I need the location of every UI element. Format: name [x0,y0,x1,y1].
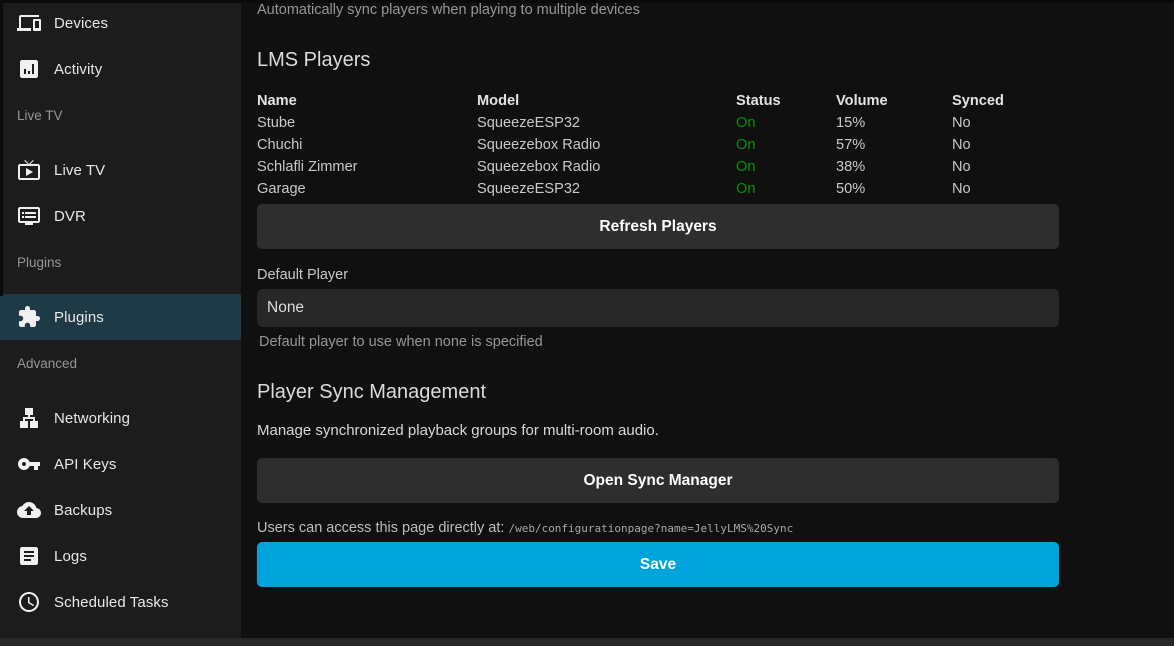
column-header-name: Name [257,90,477,112]
sidebar-item-plugins[interactable]: Plugins [0,294,241,340]
table-header-row: Name Model Status Volume Synced [257,90,1059,112]
sidebar-item-activity[interactable]: Activity [0,46,241,92]
sidebar-item-label: API Keys [54,456,117,473]
sidebar-item-label: Scheduled Tasks [54,594,169,611]
lms-players-title: LMS Players [257,49,1059,72]
auto-sync-help-text: Automatically sync players when playing … [257,2,1059,19]
open-sync-manager-button[interactable]: Open Sync Manager [257,458,1059,503]
column-header-volume: Volume [836,90,952,112]
player-synced: No [952,134,1059,156]
plugin-config-content: Automatically sync players when playing … [241,0,1174,638]
player-model: Squeezebox Radio [477,134,736,156]
sidebar-item-scheduled-tasks[interactable]: Scheduled Tasks [0,579,241,625]
table-row: Stube SqueezeESP32 On 15% No [257,112,1059,134]
player-synced: No [952,112,1059,134]
lms-players-table: Name Model Status Volume Synced Stube Sq… [257,90,1059,200]
sidebar-section-advanced: Advanced [0,354,241,374]
player-volume: 38% [836,156,952,178]
player-status: On [736,134,836,156]
direct-access-line: Users can access this page directly at: … [257,520,1059,536]
sidebar-item-label: Backups [54,502,112,519]
sidebar-item-api-keys[interactable]: API Keys [0,441,241,487]
horizontal-scrollbar-track[interactable] [0,638,1174,646]
sidebar-item-label: Devices [54,15,108,32]
table-row: Garage SqueezeESP32 On 50% No [257,178,1059,200]
player-name: Chuchi [257,134,477,156]
sidebar-item-dvr[interactable]: DVR [0,193,241,239]
backups-icon [17,498,41,522]
sidebar-item-devices[interactable]: Devices [0,0,241,46]
player-model: Squeezebox Radio [477,156,736,178]
direct-access-text: Users can access this page directly at: [257,520,504,536]
default-player-select[interactable]: None [257,289,1059,327]
sidebar-section-plugins: Plugins [0,253,241,273]
player-synced: No [952,156,1059,178]
devices-icon [17,11,41,35]
table-row: Chuchi Squeezebox Radio On 57% No [257,134,1059,156]
default-player-help-text: Default player to use when none is speci… [257,334,1059,351]
dashboard-sidebar: Devices Activity Live TV Live TV DVR Plu… [0,0,241,638]
table-row: Schlafli Zimmer Squeezebox Radio On 38% … [257,156,1059,178]
player-synced: No [952,178,1059,200]
plugins-icon [17,305,41,329]
sidebar-item-networking[interactable]: Networking [0,395,241,441]
top-edge-strip [0,0,1174,3]
activity-icon [17,57,41,81]
player-sync-title: Player Sync Management [257,381,1059,404]
dvr-icon [17,204,41,228]
column-header-synced: Synced [952,90,1059,112]
player-name: Stube [257,112,477,134]
sidebar-item-label: Networking [54,410,130,427]
networking-icon [17,406,41,430]
player-name: Garage [257,178,477,200]
save-button[interactable]: Save [257,542,1059,587]
sidebar-item-label: DVR [54,208,86,225]
refresh-players-button[interactable]: Refresh Players [257,204,1059,249]
player-status: On [736,178,836,200]
sidebar-item-label: Logs [54,548,87,565]
player-status: On [736,156,836,178]
player-status: On [736,112,836,134]
column-header-status: Status [736,90,836,112]
sidebar-item-backups[interactable]: Backups [0,487,241,533]
logs-icon [17,544,41,568]
sidebar-item-logs[interactable]: Logs [0,533,241,579]
sidebar-item-label: Activity [54,61,102,78]
api-keys-icon [17,452,41,476]
player-volume: 57% [836,134,952,156]
scheduled-tasks-icon [17,590,41,614]
player-model: SqueezeESP32 [477,112,736,134]
sidebar-item-live-tv[interactable]: Live TV [0,147,241,193]
player-sync-description: Manage synchronized playback groups for … [257,422,1059,439]
direct-access-url: /web/configurationpage?name=JellyLMS%20S… [508,522,793,535]
player-volume: 50% [836,178,952,200]
player-volume: 15% [836,112,952,134]
player-name: Schlafli Zimmer [257,156,477,178]
column-header-model: Model [477,90,736,112]
player-model: SqueezeESP32 [477,178,736,200]
sidebar-section-live-tv: Live TV [0,106,241,126]
live-tv-icon [17,158,41,182]
left-edge-strip [0,0,3,296]
default-player-selected-value: None [267,299,304,317]
default-player-label: Default Player [257,267,1059,283]
sidebar-item-label: Live TV [54,162,105,179]
app-window: Devices Activity Live TV Live TV DVR Plu… [0,0,1174,646]
sidebar-item-label: Plugins [54,309,104,326]
